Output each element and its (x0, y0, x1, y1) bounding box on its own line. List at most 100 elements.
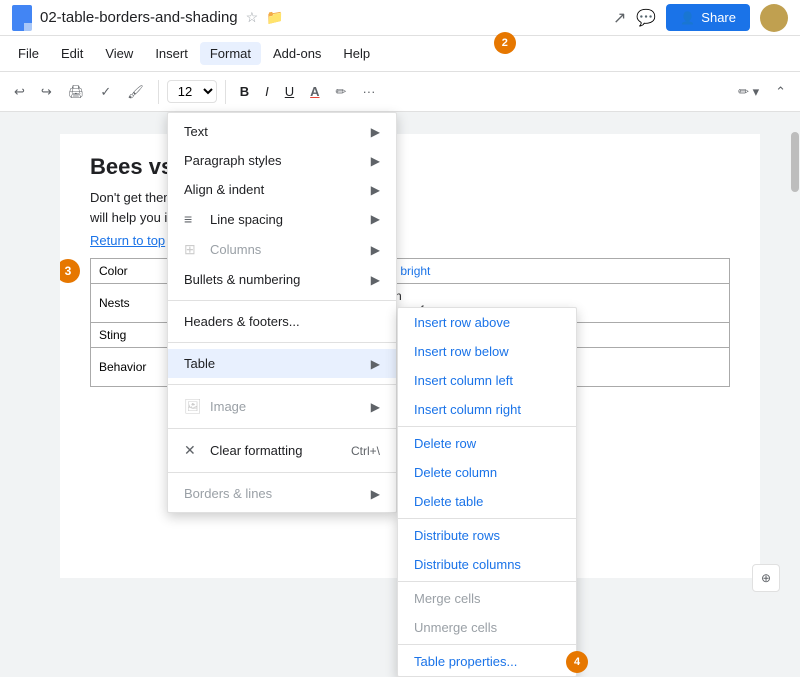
star-icon[interactable]: ☆ (246, 9, 259, 26)
submenu-merge-cells: Merge cells (398, 584, 576, 613)
underline-button[interactable]: U (279, 80, 300, 103)
submenu-delete-column[interactable]: Delete column (398, 458, 576, 487)
font-size-select[interactable]: 12 (167, 80, 217, 103)
editing-mode-button[interactable]: ✏ ▾ (732, 80, 765, 104)
scrollbar-thumb[interactable] (791, 132, 799, 192)
arrow-icon: ▶ (371, 154, 380, 168)
doc-title: 02-table-borders-and-shading (40, 9, 238, 26)
delete-row-label: Delete row (414, 436, 476, 451)
table-submenu: Insert row above Insert row below Insert… (397, 307, 577, 677)
menu-item-clear-formatting[interactable]: ✕ Clear formatting Ctrl+\ (168, 435, 396, 466)
badge-3: 3 (60, 259, 80, 283)
submenu-insert-row-below[interactable]: Insert row below (398, 337, 576, 366)
unmerge-cells-label: Unmerge cells (414, 620, 497, 635)
menu-item-text[interactable]: Text ▶ (168, 117, 396, 146)
highlight-button[interactable]: ✏ (330, 80, 353, 104)
print-button[interactable]: 🖨 (62, 80, 91, 104)
arrow-icon: ▶ (371, 487, 380, 501)
arrow-icon: ▶ (371, 273, 380, 287)
menu-item-paragraph-styles[interactable]: Paragraph styles ▶ (168, 146, 396, 175)
paintformat-button[interactable]: 🖌 (121, 80, 150, 104)
bullets-label: Bullets & numbering (184, 272, 300, 287)
submenu-delete-table[interactable]: Delete table (398, 487, 576, 516)
title-bar: 02-table-borders-and-shading ☆ 📁 ↗ 💬 👤 S… (0, 0, 800, 36)
menu-bar: File Edit View Insert Format 2 Add-ons H… (0, 36, 800, 72)
menu-item-line-spacing[interactable]: ≡ Line spacing ▶ (168, 204, 396, 234)
avatar (760, 4, 788, 32)
align-indent-label: Align & indent (184, 182, 264, 197)
shortcut-label: Ctrl+\ (351, 444, 380, 458)
menu-addons[interactable]: Add-ons (263, 42, 331, 65)
share-icon: 👤 (680, 11, 695, 25)
submenu-insert-col-right[interactable]: Insert column right (398, 395, 576, 424)
linespacing-icon: ≡ (184, 211, 202, 227)
line-spacing-label: Line spacing (210, 212, 283, 227)
table-label: Table (184, 356, 215, 371)
insert-column-right-label: Insert column right (414, 402, 521, 417)
insert-row-above-label: Insert row above (414, 315, 510, 330)
menu-file[interactable]: File (8, 42, 49, 65)
redo-button[interactable]: ↪ (35, 80, 58, 104)
scrollbar[interactable] (790, 112, 800, 600)
share-button[interactable]: 👤 Share (666, 4, 750, 31)
undo-button[interactable]: ↩ (8, 80, 31, 104)
delete-table-label: Delete table (414, 494, 483, 509)
menu-item-table[interactable]: Table ▶ (168, 349, 396, 378)
distribute-rows-label: Distribute rows (414, 528, 500, 543)
badge-2: 2 (494, 32, 516, 54)
format-dropdown: Text ▶ Paragraph styles ▶ Align & indent… (167, 112, 397, 513)
insert-row-below-label: Insert row below (414, 344, 509, 359)
menu-help[interactable]: Help (333, 42, 380, 65)
expand-button[interactable]: ⊕ (752, 564, 780, 592)
menu-insert[interactable]: Insert (145, 42, 198, 65)
menu-item-bullets[interactable]: Bullets & numbering ▶ (168, 265, 396, 294)
text-label: Text (184, 124, 208, 139)
toolbar: ↩ ↪ 🖨 ✓ 🖌 12 B I U A ✏ ··· ✏ ▾ ⌃ (0, 72, 800, 112)
arrow-icon: ▶ (371, 212, 380, 226)
paragraph-styles-label: Paragraph styles (184, 153, 282, 168)
insert-column-left-label: Insert column left (414, 373, 513, 388)
menu-item-align-indent[interactable]: Align & indent ▶ (168, 175, 396, 204)
menu-item-headers[interactable]: Headers & footers... (168, 307, 396, 336)
folder-icon[interactable]: 📁 (266, 9, 283, 26)
distribute-columns-label: Distribute columns (414, 557, 521, 572)
arrow-icon: ▶ (371, 357, 380, 371)
columns-label: Columns (210, 242, 261, 257)
menu-item-borders-lines: Borders & lines ▶ (168, 479, 396, 508)
table-properties-label: Table properties... (414, 654, 517, 669)
clear-formatting-label: Clear formatting (210, 443, 302, 458)
menu-format[interactable]: Format 2 (200, 42, 261, 65)
submenu-table-properties[interactable]: Table properties... 4 (398, 647, 576, 676)
bold-button[interactable]: B (234, 80, 255, 103)
cell-color-label: Color (99, 264, 128, 278)
submenu-distribute-columns[interactable]: Distribute columns (398, 550, 576, 579)
menu-view[interactable]: View (95, 42, 143, 65)
menu-item-columns: ⊞ Columns ▶ (168, 234, 396, 265)
fontcolor-button[interactable]: A (304, 80, 325, 103)
arrow-icon: ▶ (371, 183, 380, 197)
image-label: Image (210, 399, 246, 414)
menu-item-image: 🖼 Image ▶ (168, 391, 396, 422)
merge-cells-label: Merge cells (414, 591, 480, 606)
arrow-icon: ▶ (371, 243, 380, 257)
spellcheck-button[interactable]: ✓ (94, 80, 117, 104)
menu-edit[interactable]: Edit (51, 42, 93, 65)
submenu-unmerge-cells: Unmerge cells (398, 613, 576, 642)
image-icon: 🖼 (184, 398, 202, 415)
trending-icon: ↗ (613, 8, 626, 28)
delete-column-label: Delete column (414, 465, 497, 480)
submenu-delete-row[interactable]: Delete row (398, 429, 576, 458)
doc-icon (12, 5, 32, 31)
arrow-icon: ▶ (371, 400, 380, 414)
expand-button[interactable]: ⌃ (769, 80, 792, 104)
more-button[interactable]: ··· (356, 80, 381, 103)
clear-icon: ✕ (184, 442, 202, 459)
submenu-insert-col-left[interactable]: Insert column left (398, 366, 576, 395)
chat-icon: 💬 (636, 8, 656, 28)
submenu-distribute-rows[interactable]: Distribute rows (398, 521, 576, 550)
borders-label: Borders & lines (184, 486, 272, 501)
badge-4: 4 (566, 651, 588, 673)
submenu-insert-row-above[interactable]: Insert row above (398, 308, 576, 337)
italic-button[interactable]: I (259, 80, 275, 103)
content-area: Bees vs. W Don't get themwill help you i… (0, 112, 800, 600)
